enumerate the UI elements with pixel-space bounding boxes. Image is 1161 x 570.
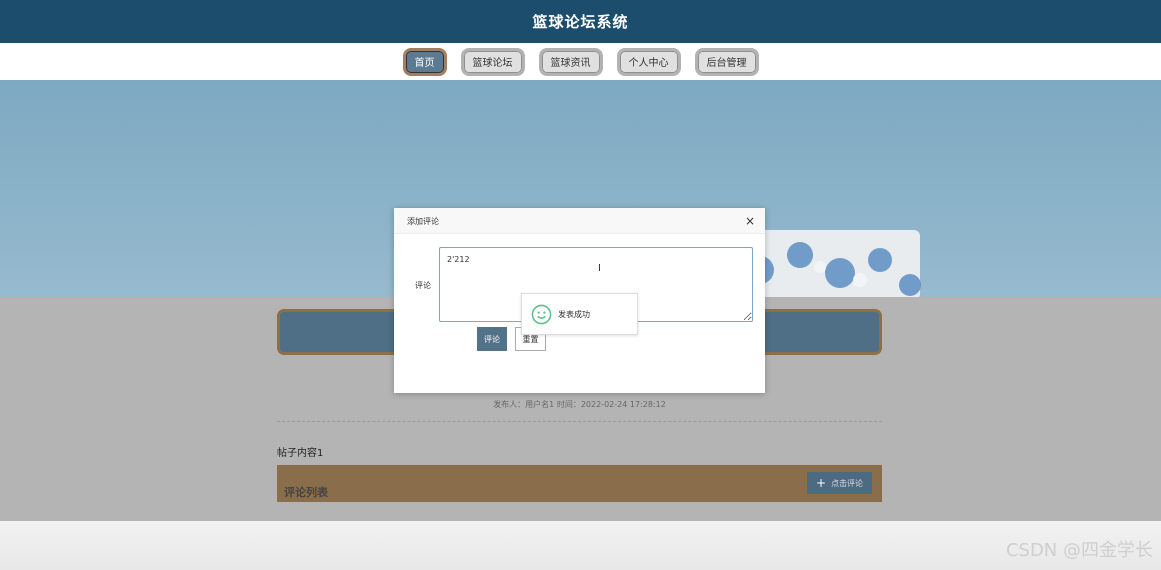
plus-icon: + [816, 476, 827, 490]
toast-message: 发表成功 [558, 309, 590, 319]
add-comment-label: 点击评论 [831, 478, 864, 488]
nav-basketball-forum[interactable]: 篮球论坛 [460, 47, 525, 76]
close-icon[interactable]: × [745, 214, 755, 228]
app-header: 篮球论坛系统 [0, 0, 1161, 43]
nav-admin[interactable]: 后台管理 [694, 47, 759, 76]
app-title: 篮球论坛系统 [532, 13, 629, 31]
comment-field-label: 评论 [415, 281, 431, 290]
comment-list-bar: 评论列表 + 点击评论 [277, 465, 882, 502]
post-content: 帖子内容1 [277, 448, 324, 459]
footer: CSDN @四金学长 [0, 521, 1161, 570]
success-toast: 发表成功 [521, 293, 638, 335]
watermark: CSDN @四金学长 [1005, 540, 1153, 561]
submit-comment-button[interactable]: 评论 [477, 327, 507, 351]
add-comment-button[interactable]: + 点击评论 [807, 472, 873, 494]
comment-list-heading: 评论列表 [284, 486, 328, 499]
nav-home[interactable]: 首页 [402, 47, 447, 76]
smile-icon [531, 304, 552, 324]
divider [277, 421, 882, 422]
post-meta: 发布人：用户名1 时间：2022-02-24 17:28:12 [493, 400, 666, 409]
nav-personal-center[interactable]: 个人中心 [616, 47, 681, 76]
top-nav: 首页 篮球论坛 篮球资讯 个人中心 后台管理 [0, 43, 1161, 80]
dialog-header: 添加评论 × [394, 208, 765, 234]
text-cursor-icon: I [598, 263, 601, 274]
dialog-title: 添加评论 [407, 217, 439, 226]
nav-basketball-news[interactable]: 篮球资讯 [538, 47, 603, 76]
